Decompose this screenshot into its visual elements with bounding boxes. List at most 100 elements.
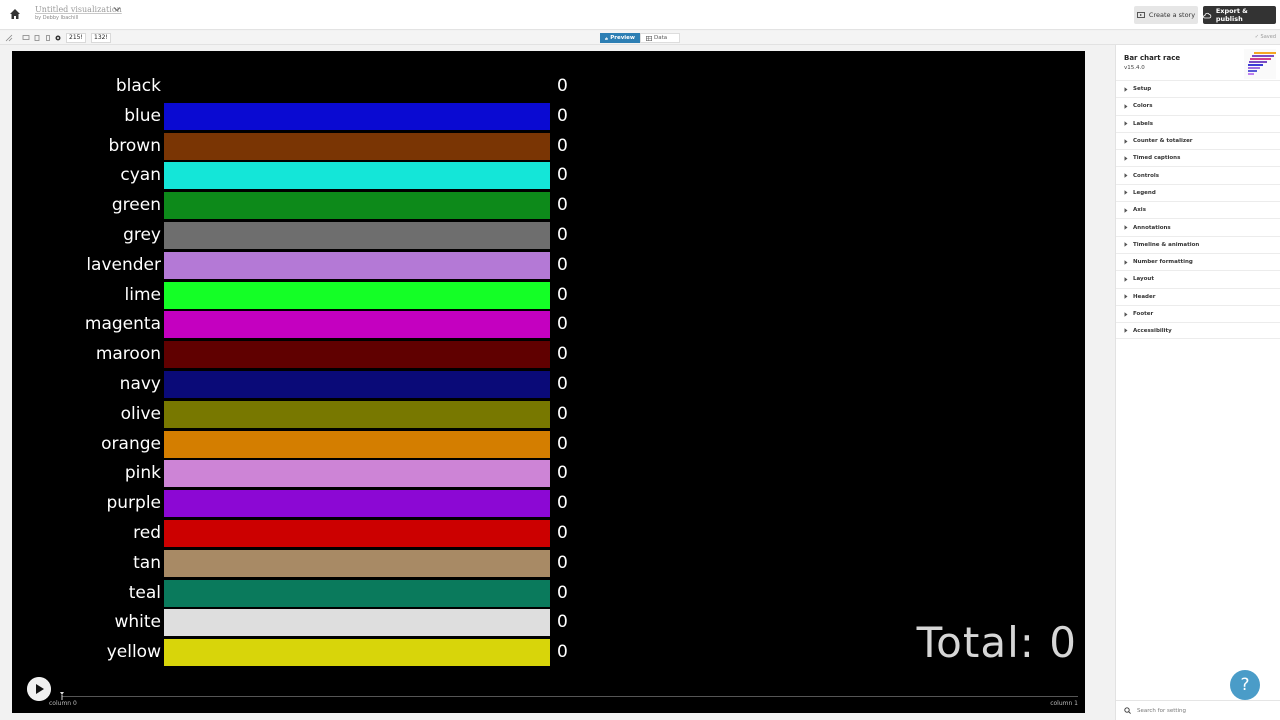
- table-icon: [646, 35, 652, 41]
- caret-right-icon: [1124, 138, 1128, 144]
- caret-right-icon: [1124, 156, 1128, 161]
- bar-label: teal: [128, 582, 161, 603]
- caret-right-icon: [1124, 225, 1128, 230]
- settings-menu: Setup Colors Labels Counter & totalizer Time…: [1116, 80, 1280, 340]
- bar-label: magenta: [84, 314, 161, 335]
- settings-section-labels[interactable]: Labels: [1116, 114, 1280, 132]
- panel-title: Bar chart race: [1124, 54, 1181, 62]
- mobile-icon[interactable]: [44, 34, 52, 42]
- gear-icon[interactable]: [54, 34, 62, 42]
- timeline-handle[interactable]: [60, 692, 64, 700]
- tab-data[interactable]: Data: [640, 33, 680, 43]
- bar-grey: [164, 222, 550, 249]
- bar-purple: [164, 490, 550, 518]
- bar-yellow: [164, 639, 550, 667]
- total-label: Total:: [916, 618, 1035, 667]
- bar-label: black: [115, 76, 161, 96]
- saved-label: Saved: [1260, 34, 1276, 40]
- settings-section-timeline-animation[interactable]: Timeline & animation: [1116, 235, 1280, 253]
- settings-section-counter-totalizer[interactable]: Counter & totalizer: [1116, 131, 1280, 149]
- chevron-down-icon[interactable]: [113, 5, 121, 13]
- timeline-track[interactable]: [62, 696, 1078, 697]
- create-story-button[interactable]: Create a story: [1134, 6, 1198, 24]
- bar-magenta: [164, 311, 550, 339]
- export-publish-button[interactable]: Export & publish: [1203, 6, 1276, 24]
- bar-red: [164, 520, 550, 547]
- settings-section-number-formatting[interactable]: Number formatting: [1116, 252, 1280, 270]
- bar-value: 0: [557, 612, 568, 633]
- settings-section-label: Labels: [1133, 120, 1154, 127]
- settings-section-timed-captions[interactable]: Timed captions: [1116, 149, 1280, 166]
- bar-maroon: [164, 341, 550, 369]
- bar-value: 0: [557, 254, 568, 275]
- view-tabs: Preview Data: [600, 33, 680, 43]
- bar-label: yellow: [106, 642, 161, 663]
- bar-value: 0: [557, 344, 568, 365]
- bar-brown: [164, 132, 550, 160]
- bar-lime: [164, 281, 550, 309]
- settings-section-footer[interactable]: Footer: [1116, 304, 1280, 322]
- bar-olive: [164, 400, 550, 428]
- bar-value: 0: [557, 76, 568, 96]
- settings-section-label: Colors: [1133, 103, 1153, 110]
- resize-icon[interactable]: [5, 34, 13, 42]
- settings-section-label: Setup: [1133, 86, 1152, 93]
- bar-label: grey: [123, 225, 161, 245]
- settings-section-label: Controls: [1133, 172, 1160, 179]
- play-button[interactable]: [27, 677, 51, 701]
- bar-value: 0: [557, 314, 568, 335]
- tab-preview[interactable]: Preview: [600, 33, 640, 43]
- settings-section-controls[interactable]: Controls: [1116, 166, 1280, 183]
- height-input[interactable]: 132!: [91, 33, 111, 43]
- caret-right-icon: [1124, 311, 1128, 317]
- settings-section-layout[interactable]: Layout: [1116, 270, 1280, 287]
- bar-cyan: [164, 162, 550, 190]
- settings-section-annotations[interactable]: Annotations: [1116, 218, 1280, 235]
- width-input[interactable]: 215!: [66, 33, 86, 43]
- settings-section-accessibility[interactable]: Accessibility: [1116, 322, 1280, 340]
- help-button[interactable]: ?: [1230, 670, 1260, 700]
- settings-section-setup[interactable]: Setup: [1116, 80, 1280, 97]
- bar-value: 0: [557, 433, 568, 454]
- bar-blue: [164, 102, 550, 130]
- bar-white: [164, 609, 550, 637]
- caret-right-icon: [1124, 173, 1128, 178]
- app-header: Untitled visualization by Debby Ibachill…: [0, 0, 1280, 30]
- bar-label: brown: [108, 135, 162, 156]
- settings-section-axis[interactable]: Axis: [1116, 201, 1280, 218]
- search-icon: [1124, 707, 1131, 714]
- template-thumbnail: [1244, 49, 1276, 79]
- bar-label: navy: [119, 374, 161, 394]
- bar-value: 0: [557, 582, 568, 603]
- bar-label: red: [133, 523, 161, 543]
- home-icon[interactable]: [9, 8, 21, 20]
- settings-section-label: Timeline & animation: [1133, 241, 1200, 248]
- bar-label: white: [114, 612, 161, 633]
- tablet-icon[interactable]: [33, 34, 41, 42]
- timeline-start-label: column 0: [49, 700, 77, 707]
- doc-author: by Debby Ibachill: [35, 15, 79, 21]
- settings-section-label: Timed captions: [1133, 155, 1181, 162]
- saved-status: ✓ Saved: [1255, 34, 1276, 40]
- settings-search[interactable]: Search for setting: [1116, 700, 1280, 720]
- settings-section-label: Number formatting: [1133, 259, 1193, 266]
- settings-section-header[interactable]: Header: [1116, 287, 1280, 305]
- tab-preview-label: Preview: [610, 35, 635, 41]
- settings-section-label: Header: [1133, 293, 1156, 300]
- search-placeholder: Search for setting: [1137, 707, 1187, 714]
- bar-value: 0: [557, 195, 568, 216]
- bar-label: blue: [124, 105, 161, 126]
- settings-section-label: Annotations: [1133, 224, 1171, 231]
- desktop-icon[interactable]: [22, 34, 30, 42]
- caret-right-icon: [1124, 208, 1128, 213]
- caret-right-icon: [1124, 328, 1128, 333]
- settings-section-legend[interactable]: Legend: [1116, 183, 1280, 201]
- settings-section-colors[interactable]: Colors: [1116, 97, 1280, 114]
- story-icon: [1137, 11, 1145, 18]
- doc-title[interactable]: Untitled visualization: [35, 5, 122, 14]
- bar-label: cyan: [120, 165, 161, 186]
- bar-value: 0: [557, 374, 568, 394]
- bar-teal: [164, 579, 550, 607]
- bar-lavender: [164, 251, 550, 279]
- bar-value: 0: [557, 552, 568, 573]
